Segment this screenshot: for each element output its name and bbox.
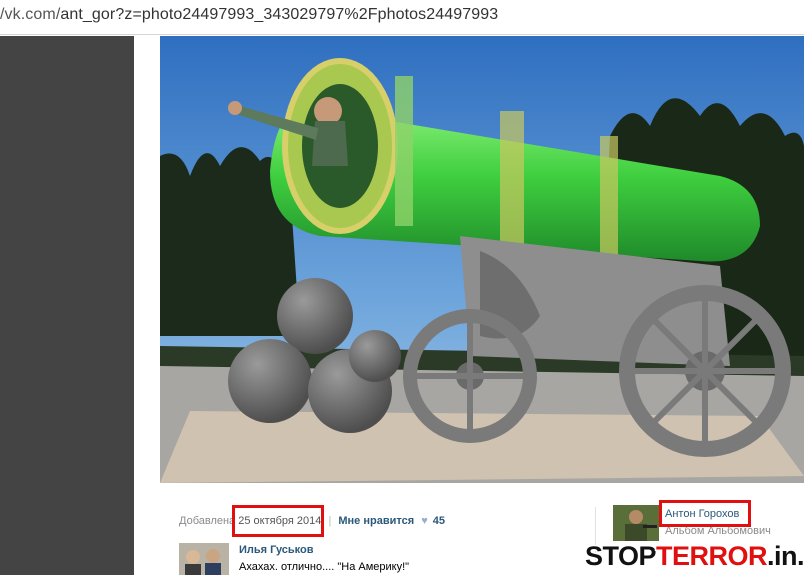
heart-icon[interactable]: ♥ — [421, 515, 428, 527]
photo-image[interactable] — [160, 36, 804, 483]
like-count[interactable]: 45 — [433, 515, 445, 527]
owner-avatar[interactable] — [613, 505, 659, 541]
date-highlight-box — [232, 505, 324, 537]
url-path: ant_gor?z=photo24497993_343029797%2Fphot… — [60, 6, 499, 23]
watermark-logo: STOPTERROR.in.ua — [583, 541, 804, 571]
owner-avatar-picture — [613, 505, 659, 541]
comment-author-link[interactable]: Илья Гуськов — [239, 544, 314, 556]
url-host: /vk.com/ — [0, 6, 61, 23]
comment-text: Ахахах. отлично.... "На Америку!" — [239, 561, 410, 573]
like-button[interactable]: Мне нравится — [338, 515, 414, 527]
meta-separator: | — [328, 515, 332, 527]
overlay-backdrop[interactable] — [0, 36, 134, 575]
commenter-avatar[interactable] — [179, 543, 229, 575]
watermark-terror: TERROR — [655, 541, 770, 571]
url-text[interactable]: /vk.com/ant_gor?z=photo24497993_34302979… — [0, 6, 498, 24]
cannon-photo-illustration — [160, 36, 804, 483]
watermark-stop: STOP — [583, 541, 658, 571]
owner-highlight-box — [659, 500, 751, 527]
commenter-avatar-picture — [179, 543, 229, 575]
watermark-domain: .in.ua — [766, 541, 804, 571]
viewer-margin — [134, 36, 160, 575]
address-bar[interactable]: /vk.com/ant_gor?z=photo24497993_34302979… — [0, 0, 804, 35]
added-label: Добавлена — [179, 515, 236, 527]
